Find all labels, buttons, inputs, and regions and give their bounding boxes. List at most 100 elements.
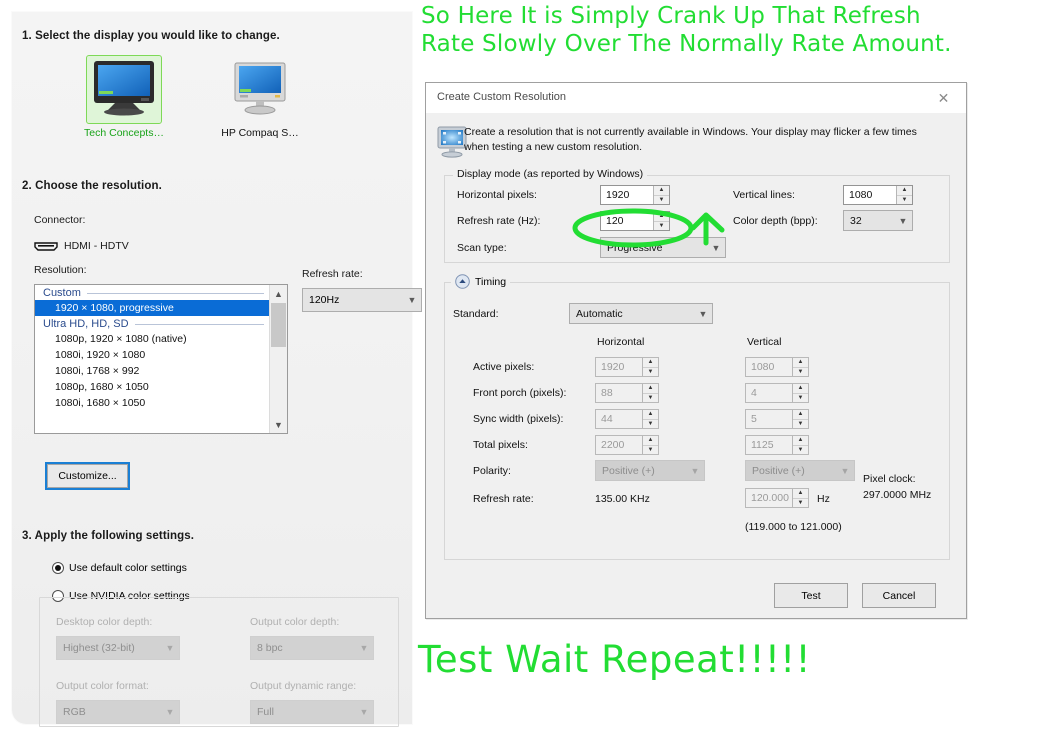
list-item[interactable]: 1920 × 1080, progressive: [35, 300, 270, 316]
vertical-lines-value: 1080: [849, 189, 873, 201]
total-pixels-horizontal-value: 2200: [601, 439, 625, 451]
display-mode-group: Display mode (as reported by Windows) Ho…: [444, 168, 950, 263]
front-porch-label: Front porch (pixels):: [473, 387, 567, 399]
display-option-hp-compaq[interactable]: HP Compaq S…: [212, 56, 308, 139]
sync-width-horizontal-stepper: 44 ▲ ▼: [595, 409, 659, 429]
create-custom-resolution-dialog: Create Custom Resolution ✕ Create a reso…: [425, 82, 967, 619]
refresh-rate-stepper[interactable]: 120 ▲ ▼: [600, 211, 670, 231]
stepper-buttons: ▲ ▼: [792, 384, 808, 402]
resolution-group-label: Custom: [43, 287, 81, 299]
timing-refresh-rate-vertical-value: 120.000: [751, 492, 789, 504]
desktop-color-depth-select: Highest (32-bit) ▼: [56, 636, 180, 660]
list-item[interactable]: 1080i, 1680 × 1050: [35, 395, 270, 411]
stepper-up-icon: ▲: [643, 384, 658, 394]
front-porch-vertical-value: 4: [751, 387, 757, 399]
resolution-group-header: Ultra HD, HD, SD: [35, 316, 270, 331]
refresh-rate-range: (119.000 to 121.000): [745, 521, 842, 533]
resolution-label: Resolution:: [34, 264, 87, 276]
horizontal-pixels-stepper[interactable]: 1920 ▲ ▼: [600, 185, 670, 205]
nvidia-color-settings-group: Desktop color depth: Highest (32-bit) ▼ …: [39, 597, 399, 727]
color-depth-select[interactable]: 32 ▼: [843, 210, 913, 231]
display-option-label: HP Compaq S…: [221, 127, 299, 139]
front-porch-horizontal-stepper: 88 ▲ ▼: [595, 383, 659, 403]
display-option-tech-concepts[interactable]: Tech Concepts…: [76, 55, 172, 139]
output-color-depth-label: Output color depth:: [250, 616, 340, 628]
chevron-down-icon: ▼: [165, 707, 175, 717]
timing-group-title[interactable]: Timing: [451, 274, 511, 289]
list-item[interactable]: 1080p, 1680 × 1050: [35, 379, 270, 395]
dialog-titlebar[interactable]: Create Custom Resolution ✕: [426, 83, 966, 114]
timing-label: Timing: [475, 275, 507, 288]
desktop-color-depth-label: Desktop color depth:: [56, 616, 153, 628]
scroll-up-icon[interactable]: ▲: [270, 285, 287, 302]
cancel-button[interactable]: Cancel: [862, 583, 936, 608]
connector-label: Connector:: [34, 214, 86, 226]
stepper-up-icon: ▲: [793, 358, 808, 368]
dialog-info-text: Create a resolution that is not currentl…: [464, 126, 917, 153]
column-header-horizontal: Horizontal: [597, 336, 645, 348]
stepper-down-icon: ▼: [797, 420, 804, 427]
refresh-rate-select[interactable]: 120Hz ▼: [302, 288, 422, 312]
nvidia-control-panel: 1. Select the display you would like to …: [12, 12, 422, 727]
chevron-down-icon: ▼: [359, 707, 369, 717]
monitor-icon: [223, 56, 297, 123]
stepper-down-icon: ▼: [797, 499, 804, 506]
customize-button[interactable]: Customize...: [45, 462, 130, 490]
active-pixels-vertical-value: 1080: [751, 361, 775, 373]
polarity-vertical-select: Positive (+) ▼: [745, 460, 855, 481]
resolution-list-scrollbar[interactable]: ▲ ▼: [269, 285, 287, 433]
resolution-group-label: Ultra HD, HD, SD: [43, 318, 129, 330]
hdmi-connector-icon: [34, 240, 58, 255]
annotation-top-text: So Here It is Simply Crank Up That Refre…: [421, 3, 952, 57]
refresh-rate-value: 120: [606, 215, 624, 227]
scan-type-select[interactable]: Progressive ▼: [600, 237, 726, 258]
display-option-label: Tech Concepts…: [84, 127, 164, 139]
list-item[interactable]: 1080i, 1768 × 992: [35, 363, 270, 379]
radio-use-default-color-settings[interactable]: Use default color settings: [52, 562, 187, 574]
chevron-down-icon: ▼: [359, 643, 369, 653]
scan-type-value: Progressive: [607, 241, 663, 254]
stepper-up-icon: ▲: [643, 436, 658, 446]
chevron-down-icon: ▼: [698, 308, 708, 319]
chevron-down-icon: ▼: [898, 215, 908, 226]
monitor-icon: [86, 55, 162, 124]
list-item[interactable]: 1080i, 1920 × 1080: [35, 347, 270, 363]
stepper-buttons[interactable]: ▲ ▼: [653, 186, 669, 204]
column-header-vertical: Vertical: [747, 336, 782, 348]
divider: [134, 323, 264, 325]
vertical-lines-label: Vertical lines:: [733, 189, 795, 201]
collapse-toggle-icon[interactable]: [455, 274, 470, 289]
test-button[interactable]: Test: [774, 583, 848, 608]
stepper-buttons: ▲ ▼: [792, 436, 808, 454]
stepper-buttons: ▲ ▼: [792, 410, 808, 428]
stepper-buttons: ▲ ▼: [642, 358, 658, 376]
stepper-down-icon: ▼: [658, 222, 665, 229]
output-color-format-label: Output color format:: [56, 680, 149, 692]
polarity-horizontal-select: Positive (+) ▼: [595, 460, 705, 481]
list-item[interactable]: 1080p, 1920 × 1080 (native): [35, 331, 270, 347]
stepper-up-icon: ▲: [793, 489, 808, 499]
resolution-listbox[interactable]: Custom 1920 × 1080, progressive Ultra HD…: [34, 284, 288, 434]
standard-select[interactable]: Automatic ▼: [569, 303, 713, 324]
stepper-up-icon: ▲: [643, 358, 658, 368]
refresh-rate-label: Refresh rate:: [302, 268, 363, 280]
vertical-lines-stepper[interactable]: 1080 ▲ ▼: [843, 185, 913, 205]
stepper-buttons[interactable]: ▲ ▼: [653, 212, 669, 230]
stepper-buttons: ▲ ▼: [642, 410, 658, 428]
stepper-down-icon: ▼: [658, 196, 665, 203]
sync-width-horizontal-value: 44: [601, 413, 613, 425]
connector-value: HDMI - HDTV: [64, 240, 129, 252]
polarity-vertical-value: Positive (+): [752, 464, 805, 477]
chevron-down-icon: ▼: [165, 643, 175, 653]
stepper-buttons: ▲ ▼: [792, 489, 808, 507]
desktop-color-depth-value: Highest (32-bit): [63, 642, 135, 654]
resolution-group-header: Custom: [35, 285, 270, 300]
stepper-up-icon: ▲: [793, 436, 808, 446]
close-icon[interactable]: ✕: [921, 83, 966, 113]
standard-value: Automatic: [576, 307, 623, 320]
stepper-buttons[interactable]: ▲ ▼: [896, 186, 912, 204]
scrollbar-thumb[interactable]: [271, 303, 286, 347]
scroll-down-icon[interactable]: ▼: [270, 416, 287, 433]
stepper-buttons: ▲ ▼: [792, 358, 808, 376]
total-pixels-vertical-stepper: 1125 ▲ ▼: [745, 435, 809, 455]
